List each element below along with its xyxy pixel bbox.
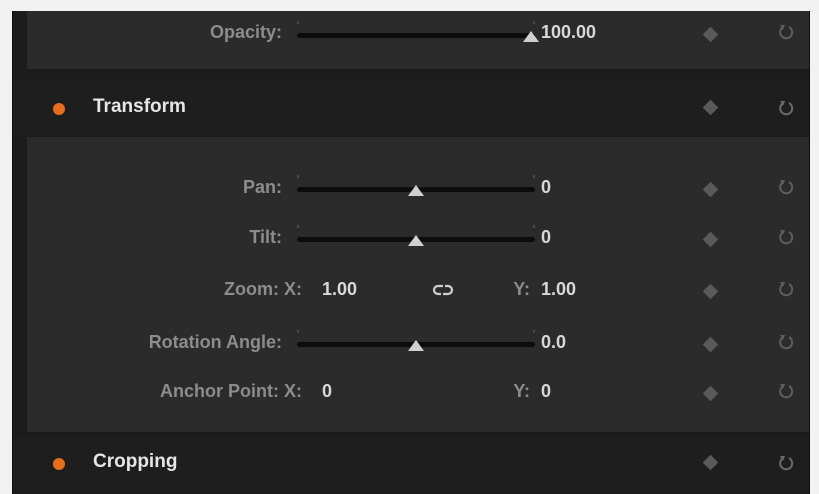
rotation-angle-label: Rotation Angle: <box>148 332 282 352</box>
tilt-label: Tilt: <box>249 227 282 247</box>
slider-tick <box>533 225 535 228</box>
reset-icon[interactable] <box>777 178 795 196</box>
slider-track <box>297 33 535 38</box>
keyframe-diamond-icon[interactable] <box>702 385 719 402</box>
pan-value[interactable]: 0 <box>541 177 551 198</box>
slider-thumb[interactable] <box>408 340 424 351</box>
rotation-angle-slider[interactable] <box>297 330 535 351</box>
pan-label: Pan: <box>242 177 282 197</box>
anchor-point-x-value[interactable]: 0 <box>322 381 332 402</box>
opacity-value[interactable]: 100.00 <box>541 22 596 43</box>
reset-icon[interactable] <box>777 382 795 400</box>
slider-tick <box>297 330 299 333</box>
cropping-section-header[interactable]: Cropping <box>13 435 809 491</box>
slider-tick <box>533 21 535 24</box>
anchor-point-y-value[interactable]: 0 <box>541 381 551 402</box>
slider-thumb[interactable] <box>408 235 424 246</box>
zoom-label: Zoom: X: <box>224 279 302 299</box>
slider-tick <box>297 21 299 24</box>
cropping-title: Cropping <box>93 451 178 472</box>
slider-thumb[interactable] <box>523 31 539 42</box>
anchor-point-y-label: Y: <box>513 381 530 401</box>
zoom-y-value[interactable]: 1.00 <box>541 279 576 300</box>
keyframe-diamond-icon[interactable] <box>702 231 719 248</box>
composite-section-body: Opacity: 100.00 <box>27 11 809 69</box>
section-enabled-dot[interactable] <box>53 458 65 470</box>
pan-slider[interactable] <box>297 175 535 196</box>
keyframe-diamond-icon[interactable] <box>702 283 719 300</box>
opacity-slider[interactable] <box>297 21 539 42</box>
reset-icon[interactable] <box>777 23 795 41</box>
slider-tick <box>297 175 299 178</box>
rotation-angle-value[interactable]: 0.0 <box>541 332 566 353</box>
keyframe-diamond-icon[interactable] <box>702 181 719 198</box>
reset-icon[interactable] <box>777 333 795 351</box>
zoom-x-value[interactable]: 1.00 <box>322 279 357 300</box>
keyframe-diamond-icon[interactable] <box>702 336 719 353</box>
tilt-value[interactable]: 0 <box>541 227 551 248</box>
keyframe-diamond-icon[interactable] <box>702 454 719 471</box>
transform-title: Transform <box>93 96 186 117</box>
slider-tick <box>533 175 535 178</box>
slider-tick <box>297 225 299 228</box>
reset-icon[interactable] <box>777 280 795 298</box>
reset-icon[interactable] <box>777 99 795 117</box>
keyframe-diamond-icon[interactable] <box>702 99 719 116</box>
opacity-label: Opacity: <box>209 22 282 42</box>
transform-section-header[interactable]: Transform <box>13 80 809 136</box>
reset-icon[interactable] <box>777 454 795 472</box>
inspector-panel: Opacity: 100.00 Transform Pan: 0 Tilt: 0… <box>12 11 810 494</box>
reset-icon[interactable] <box>777 228 795 246</box>
tilt-slider[interactable] <box>297 225 535 246</box>
slider-tick <box>533 330 535 333</box>
link-chain-icon[interactable] <box>428 280 460 300</box>
anchor-point-label: Anchor Point: X: <box>160 381 302 401</box>
slider-thumb[interactable] <box>408 185 424 196</box>
transform-section-body: Pan: 0 Tilt: 0 Zoom: X: 1.00 Y: 1.00 Rot… <box>27 137 809 432</box>
keyframe-diamond-icon[interactable] <box>702 26 719 43</box>
zoom-y-label: Y: <box>513 279 530 299</box>
section-enabled-dot[interactable] <box>53 103 65 115</box>
